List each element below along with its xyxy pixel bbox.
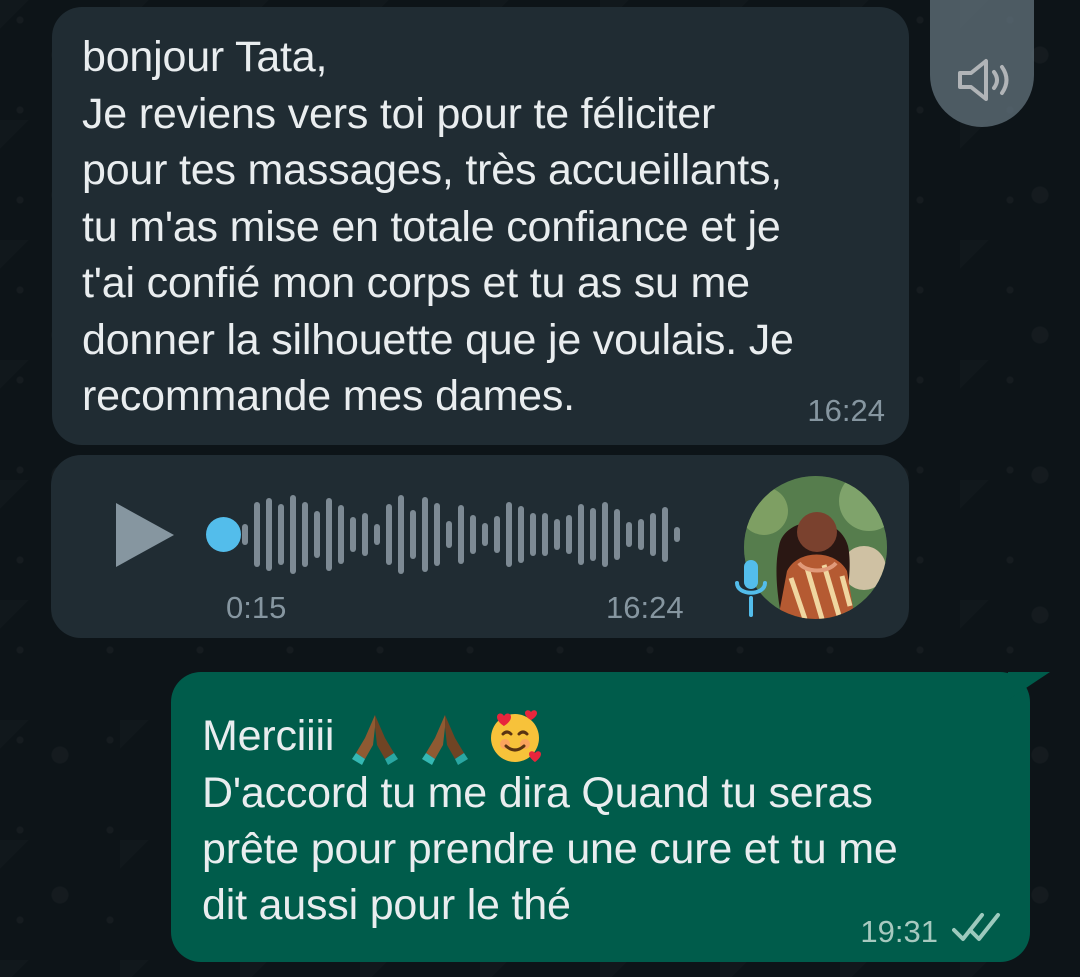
voice-progress-handle[interactable] <box>206 517 241 552</box>
smiling-face-with-hearts-icon <box>491 710 542 762</box>
waveform <box>242 495 680 574</box>
double-check-icon <box>952 913 1000 941</box>
outgoing-message[interactable]: Merciiii D'accord tu me dira Quand tu se… <box>171 672 1030 962</box>
message-text: D'accord tu me dira Quand tu seras prête… <box>202 769 898 929</box>
praying-hands-icon <box>422 715 469 765</box>
message-first-line: Merciiii <box>202 707 1000 765</box>
incoming-message[interactable]: bonjour Tata, Je reviens vers toi pour t… <box>52 7 909 445</box>
praying-hands-icon <box>352 715 399 765</box>
message-text: Merciiii <box>202 712 335 760</box>
message-text: bonjour Tata, Je reviens vers toi pour t… <box>82 33 794 420</box>
message-time: 16:24 <box>807 393 885 428</box>
message-time: 19:31 <box>860 914 938 949</box>
mic-icon <box>735 560 767 617</box>
message-time: 16:24 <box>606 590 684 625</box>
speaker-icon <box>958 59 1009 101</box>
voice-duration: 0:15 <box>226 590 287 625</box>
play-icon[interactable] <box>116 503 174 567</box>
speaker-button[interactable] <box>930 0 1034 127</box>
